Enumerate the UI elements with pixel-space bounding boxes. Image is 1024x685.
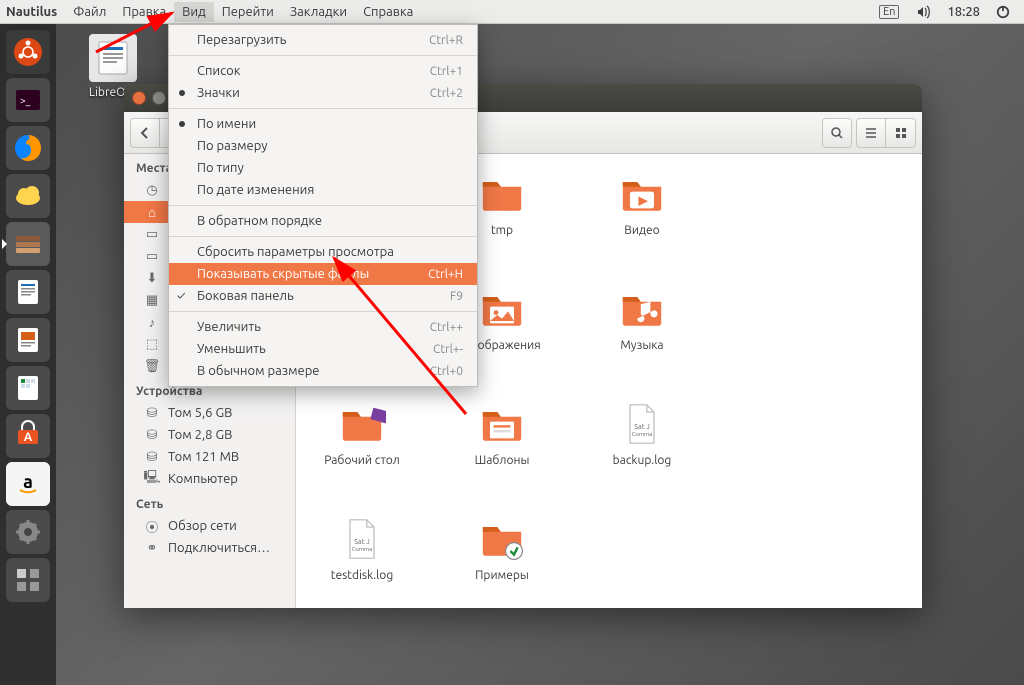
session-indicator[interactable] <box>988 5 1018 19</box>
menu-item-уменьшить[interactable]: УменьшитьCtrl+- <box>169 338 477 360</box>
sidebar-item[interactable]: ⦿Обзор сети <box>124 515 295 537</box>
trash-icon: 🗑 <box>144 358 160 374</box>
svg-text:Sat J: Sat J <box>634 423 649 431</box>
search-button[interactable] <box>822 118 852 148</box>
launcher-calc[interactable] <box>6 366 50 410</box>
svg-text:A: A <box>24 431 33 444</box>
view-menu-dropdown: ПерезагрузитьCtrl+R СписокCtrl+1ЗначкиCtr… <box>168 24 478 387</box>
window-close-button[interactable] <box>132 91 146 105</box>
sound-indicator[interactable] <box>907 4 939 20</box>
menu-item-значки[interactable]: ЗначкиCtrl+2 <box>169 82 477 104</box>
file-icon: Sat JComma <box>618 400 666 448</box>
launcher-firefox[interactable] <box>6 126 50 170</box>
global-menubar: Nautilus Файл Правка Вид Перейти Закладк… <box>0 0 1024 24</box>
launcher-settings[interactable] <box>6 510 50 554</box>
drive-icon: ⛁ <box>144 449 160 465</box>
unity-launcher: >_ A a <box>0 24 56 685</box>
menu-go[interactable]: Перейти <box>214 2 282 22</box>
view-list-button[interactable] <box>856 118 886 148</box>
network-icon: ⦿ <box>144 518 160 534</box>
svg-text:a: a <box>23 472 33 492</box>
menu-item-по-дате-изменения[interactable]: По дате изменения <box>169 179 477 201</box>
sidebar-header: Сеть <box>124 490 295 515</box>
keyboard-indicator[interactable]: En <box>871 5 907 19</box>
menu-item-боковая-панель[interactable]: ✓Боковая панельF9 <box>169 285 477 307</box>
view-grid-button[interactable] <box>886 118 916 148</box>
menu-item-список[interactable]: СписокCtrl+1 <box>169 60 477 82</box>
file-item[interactable]: Рабочий стол <box>312 400 412 467</box>
svg-text:Comma: Comma <box>352 546 373 553</box>
clock-indicator[interactable]: 18:28 <box>939 5 988 19</box>
folder-icon <box>618 285 666 333</box>
file-item[interactable]: Видео <box>592 170 692 237</box>
file-icon: Sat JComma <box>338 515 386 563</box>
folder-icon <box>478 170 526 218</box>
file-item[interactable]: Sat JCommatestdisk.log <box>312 515 412 582</box>
file-item[interactable]: Примеры <box>452 515 552 582</box>
sidebar-item[interactable]: 🖳Компьютер <box>124 468 295 490</box>
menu-file[interactable]: Файл <box>65 2 114 22</box>
launcher-amazon[interactable]: a <box>6 462 50 506</box>
launcher-workspaces[interactable] <box>6 558 50 602</box>
file-item[interactable]: Шаблоны <box>452 400 552 467</box>
menu-edit[interactable]: Правка <box>114 2 174 22</box>
clock-icon: ◷ <box>144 182 160 198</box>
launcher-cloud[interactable] <box>6 174 50 218</box>
download-icon: ⬇ <box>144 270 160 286</box>
window-minimize-button[interactable] <box>152 91 166 105</box>
folder-icon <box>478 400 526 448</box>
folder-icon <box>478 515 526 563</box>
file-item[interactable]: Sat JCommabackup.log <box>592 400 692 467</box>
menu-item-в-обратном-порядке[interactable]: В обратном порядке <box>169 210 477 232</box>
launcher-dash[interactable] <box>6 30 50 74</box>
folder-icon: ▭ <box>144 248 160 264</box>
menu-item-по-типу[interactable]: По типу <box>169 157 477 179</box>
home-icon: ⌂ <box>144 204 160 220</box>
image-icon: ▦ <box>144 292 160 308</box>
menu-bookmarks[interactable]: Закладки <box>282 2 355 22</box>
folder-icon <box>338 400 386 448</box>
nav-back-button[interactable] <box>130 118 160 148</box>
menubar-appname: Nautilus <box>6 5 57 19</box>
menu-item-показывать-скрытые-файлы[interactable]: Показывать скрытые файлыCtrl+H <box>169 263 477 285</box>
folder-icon: ▭ <box>144 226 160 242</box>
drive-icon: ⛁ <box>144 427 160 443</box>
launcher-software[interactable]: A <box>6 414 50 458</box>
sidebar-item[interactable]: ⛁Том 5,6 GB <box>124 402 295 424</box>
menu-item-по-имени[interactable]: По имени <box>169 113 477 135</box>
menu-item-по-размеру[interactable]: По размеру <box>169 135 477 157</box>
launcher-writer[interactable] <box>6 270 50 314</box>
folder-icon <box>618 170 666 218</box>
menu-item-в-обычном-размере[interactable]: В обычном размереCtrl+0 <box>169 360 477 382</box>
svg-text:Comma: Comma <box>632 431 653 438</box>
connect-icon: ⚭ <box>144 540 160 556</box>
drive-icon: ⛁ <box>144 405 160 421</box>
sidebar-item[interactable]: ⚭Подключиться… <box>124 537 295 559</box>
desktop-icon: ⬚ <box>144 336 160 352</box>
menu-item-перезагрузить[interactable]: ПерезагрузитьCtrl+R <box>169 29 477 51</box>
menu-item-увеличить[interactable]: УвеличитьCtrl++ <box>169 316 477 338</box>
launcher-files[interactable] <box>6 222 50 266</box>
computer-icon: 🖳 <box>144 471 160 487</box>
folder-icon <box>478 285 526 333</box>
menu-view[interactable]: Вид <box>174 2 214 22</box>
file-item[interactable]: Музыка <box>592 285 692 352</box>
sidebar-item[interactable]: ⛁Том 2,8 GB <box>124 424 295 446</box>
launcher-impress[interactable] <box>6 318 50 362</box>
menu-help[interactable]: Справка <box>355 2 421 22</box>
svg-text:>_: >_ <box>20 95 31 106</box>
menu-item-сбросить-параметры-просмотра[interactable]: Сбросить параметры просмотра <box>169 241 477 263</box>
launcher-terminal[interactable]: >_ <box>6 78 50 122</box>
svg-text:Sat J: Sat J <box>354 538 369 546</box>
sidebar-item[interactable]: ⛁Том 121 MB <box>124 446 295 468</box>
music-icon: ♪ <box>144 314 160 330</box>
